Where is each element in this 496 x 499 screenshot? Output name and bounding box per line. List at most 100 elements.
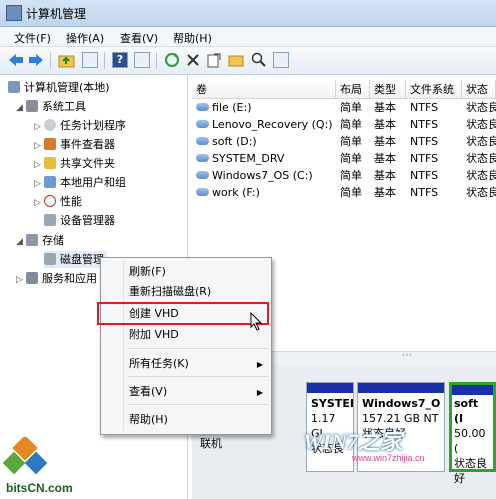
chevron-right-icon[interactable]: ▷ <box>34 119 44 136</box>
column-header-type[interactable]: 类型 <box>370 80 406 99</box>
tree-item-label: 系统工具 <box>42 100 86 113</box>
menu-separator <box>128 348 268 349</box>
disk-online-status: 联机 <box>200 437 222 450</box>
toolbar-separator <box>50 52 51 69</box>
highlight-box <box>97 302 269 325</box>
shared-folder-icon <box>44 157 56 169</box>
menu-item-refresh[interactable]: 刷新(F) <box>129 262 166 282</box>
menu-item-rescan-disks[interactable]: 重新扫描磁盘(R) <box>129 282 211 302</box>
menu-item-all-tasks[interactable]: 所有任务(K) <box>129 354 189 374</box>
tree-item-local-users[interactable]: ▷ 本地用户和组 <box>34 174 126 191</box>
up-folder-icon[interactable] <box>58 52 75 68</box>
window-title: 计算机管理 <box>26 7 87 21</box>
column-header-layout[interactable]: 布局 <box>336 80 370 99</box>
menu-view[interactable]: 查看(V) <box>120 30 158 46</box>
partition-status: 状态良好 <box>454 457 487 485</box>
menu-item-help[interactable]: 帮助(H) <box>129 410 168 430</box>
menu-item-view[interactable]: 查看(V) <box>129 382 167 402</box>
back-icon[interactable] <box>8 53 24 67</box>
storage-icon <box>26 234 38 246</box>
table-row[interactable]: Windows7_OS (C:) 简单 基本 NTFS 状态良 <box>192 167 496 184</box>
menu-separator <box>128 376 268 377</box>
table-row[interactable]: SYSTEM_DRV 简单 基本 NTFS 状态良 <box>192 150 496 167</box>
volume-status: 状态良 <box>466 152 496 165</box>
tree-item-label: 任务计划程序 <box>60 119 126 132</box>
tree-item-shared-folders[interactable]: ▷ 共享文件夹 <box>34 155 115 172</box>
chevron-down-icon[interactable]: ◢ <box>16 234 26 251</box>
tree-item-storage[interactable]: ◢ 存储 <box>16 232 64 249</box>
table-row[interactable]: file (E:) 简单 基本 NTFS 状态良 <box>192 99 496 116</box>
partition-size: 50.00 ( <box>454 427 486 455</box>
mouse-cursor-icon <box>250 312 263 331</box>
volume-type: 基本 <box>374 101 396 114</box>
refresh-icon[interactable] <box>164 52 180 68</box>
table-row[interactable]: Lenovo_Recovery (Q:) 简单 基本 NTFS 状态良 <box>192 116 496 133</box>
event-viewer-icon <box>44 138 56 150</box>
menu-action[interactable]: 操作(A) <box>66 30 104 46</box>
volume-status: 状态良 <box>466 118 496 131</box>
partition-soft[interactable]: soft (I 50.00 ( 状态良好 <box>449 382 496 485</box>
chevron-right-icon[interactable]: ▷ <box>34 176 44 193</box>
volume-layout: 简单 <box>340 118 362 131</box>
help-icon[interactable]: ? <box>112 52 128 68</box>
volume-filesystem: NTFS <box>410 118 439 131</box>
chevron-right-icon[interactable]: ▷ <box>34 157 44 174</box>
column-header-status[interactable]: 状态 <box>462 80 496 99</box>
volume-name: Lenovo_Recovery (Q:) <box>212 118 333 131</box>
chevron-down-icon[interactable]: ◢ <box>16 100 26 117</box>
properties-icon[interactable] <box>134 52 150 68</box>
search-icon[interactable] <box>251 52 267 68</box>
tools-icon <box>26 100 38 112</box>
zoom-icon[interactable] <box>273 52 289 68</box>
volume-layout: 简单 <box>340 101 362 114</box>
watermark-url: www.win7zhijia.cn <box>352 453 425 463</box>
chevron-right-icon[interactable]: ▷ <box>34 138 44 155</box>
table-row[interactable]: soft (D:) 简单 基本 NTFS 状态良 <box>192 133 496 150</box>
tree-item-label: 事件查看器 <box>60 138 115 151</box>
menu-help[interactable]: 帮助(H) <box>173 30 212 46</box>
volume-name: SYSTEM_DRV <box>212 152 285 165</box>
delete-icon[interactable] <box>186 53 200 67</box>
chevron-right-icon[interactable]: ▷ <box>16 272 26 289</box>
tree-root[interactable]: 计算机管理(本地) <box>8 79 110 96</box>
volume-type: 基本 <box>374 186 396 199</box>
open-icon[interactable] <box>228 52 245 68</box>
export-icon[interactable] <box>206 52 222 68</box>
tree-item-label: 性能 <box>60 195 82 208</box>
performance-icon <box>44 195 56 207</box>
volume-icon <box>196 120 209 128</box>
tree-item-services-apps[interactable]: ▷ 服务和应用 <box>16 270 97 287</box>
menu-bar: 文件(F) 操作(A) 查看(V) 帮助(H) <box>0 27 496 47</box>
volume-name: file (E:) <box>212 101 252 114</box>
tree-item-task-scheduler[interactable]: ▷ 任务计划程序 <box>34 117 126 134</box>
chevron-right-icon[interactable]: ▷ <box>34 195 44 212</box>
services-icon <box>26 272 38 284</box>
menu-file[interactable]: 文件(F) <box>14 30 51 46</box>
volume-layout: 简单 <box>340 169 362 182</box>
volume-filesystem: NTFS <box>410 101 439 114</box>
partition-title: Windows7_O <box>362 397 441 410</box>
tree-item-disk-management[interactable]: 磁盘管理 <box>44 251 107 268</box>
volume-layout: 简单 <box>340 135 362 148</box>
tree-item-event-viewer[interactable]: ▷ 事件查看器 <box>34 136 115 153</box>
tree-item-performance[interactable]: ▷ 性能 <box>34 193 82 210</box>
context-menu: 刷新(F) 重新扫描磁盘(R) 创建 VHD 附加 VHD 所有任务(K) ▶ … <box>100 257 272 435</box>
volume-filesystem: NTFS <box>410 169 439 182</box>
volume-icon <box>196 137 209 145</box>
tree-root-label: 计算机管理(本地) <box>24 81 110 94</box>
column-header-volume[interactable]: 卷 <box>192 80 336 99</box>
partition-title: soft (I <box>454 397 479 425</box>
tree-item-label: 共享文件夹 <box>60 157 115 170</box>
table-row[interactable]: work (F:) 简单 基本 NTFS 状态良 <box>192 184 496 201</box>
menu-separator <box>128 404 268 405</box>
watermark-win7-logo: WIN7之家 <box>303 429 403 454</box>
column-header-filesystem[interactable]: 文件系统 <box>406 80 462 99</box>
menu-item-attach-vhd[interactable]: 附加 VHD <box>129 325 179 345</box>
tree-item-system-tools[interactable]: ◢ 系统工具 <box>16 98 86 115</box>
volume-icon <box>196 188 209 196</box>
title-bar: 计算机管理 <box>0 0 496 27</box>
partition-title: SYSTEI <box>311 397 354 410</box>
tree-item-device-manager[interactable]: 设备管理器 <box>44 212 115 229</box>
forward-icon[interactable] <box>28 53 44 67</box>
show-hide-tree-icon[interactable] <box>82 52 98 68</box>
